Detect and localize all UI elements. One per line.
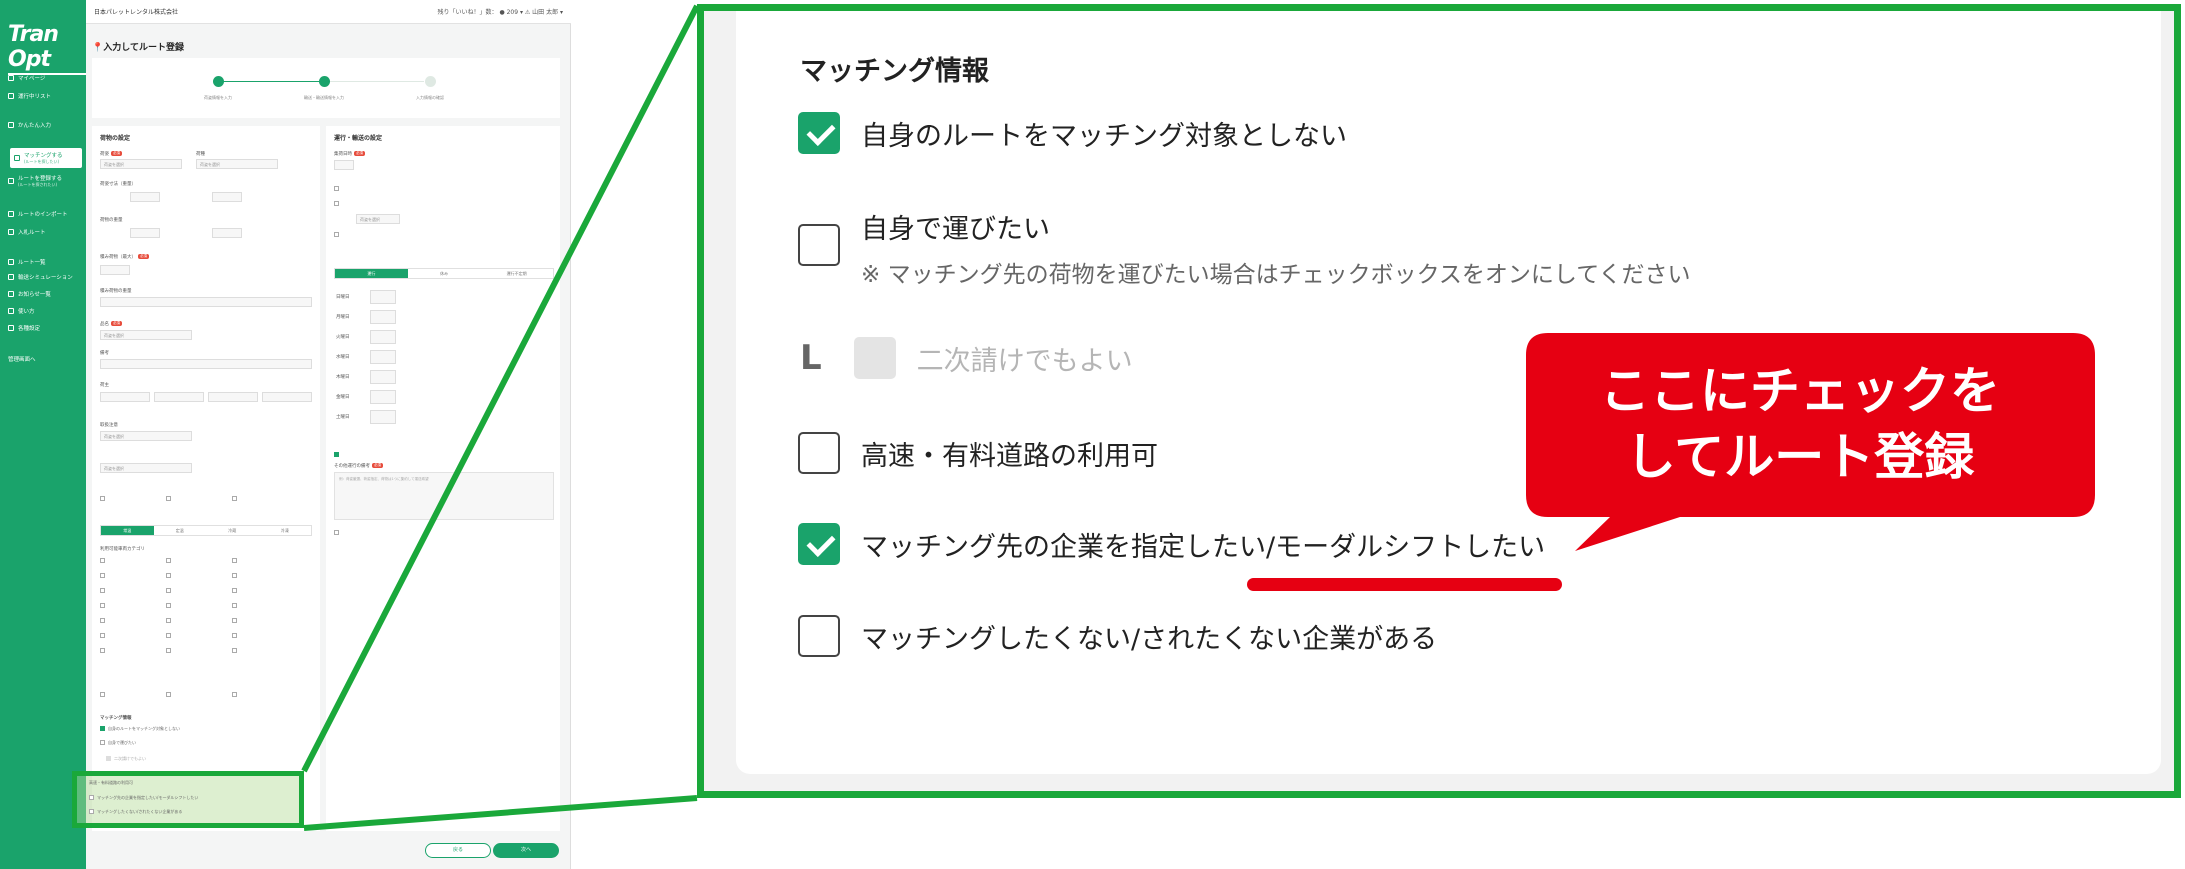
callout-line-2: してルート登録 — [1625, 428, 1975, 486]
callout-line-1: ここにチェックを — [1600, 362, 2000, 420]
callout-text: ここにチェックを してルート登録 — [1530, 358, 2070, 490]
stage: Tran Opt マイページ 運行中リスト かんたん入力 マッチングする (ルート… — [0, 0, 2185, 869]
